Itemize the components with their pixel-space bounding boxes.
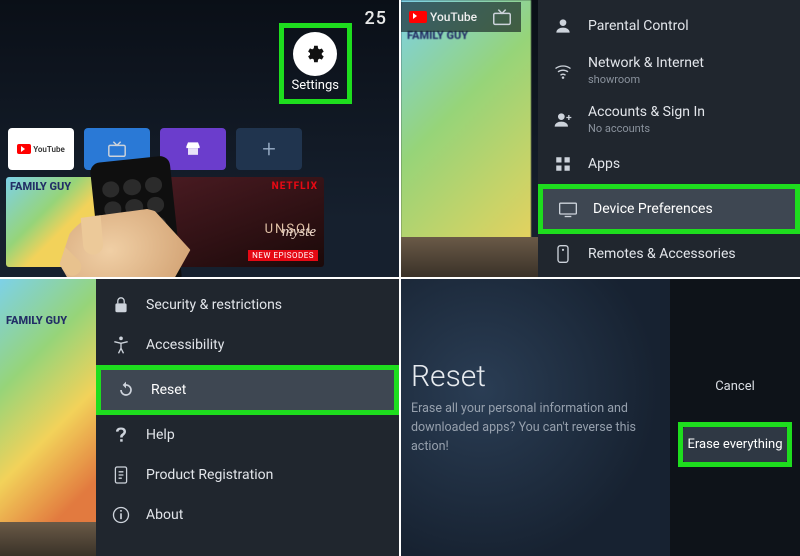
apps-icon xyxy=(552,153,574,175)
tv-icon[interactable] xyxy=(491,6,513,28)
app-tile-youtube[interactable]: YouTube xyxy=(8,128,74,170)
monitor-icon xyxy=(557,198,579,220)
background-content: FAMILY GUY xyxy=(0,279,96,556)
store-icon xyxy=(182,138,204,160)
menu-parental-control[interactable]: Parental Control xyxy=(538,6,800,46)
help-icon xyxy=(110,424,132,446)
plus-icon: + xyxy=(262,135,276,163)
menu-device-preferences[interactable]: Device Preferences xyxy=(543,189,795,229)
settings-tile[interactable] xyxy=(293,32,337,76)
settings-side-panel: Parental Control Network & Internetshowr… xyxy=(538,0,800,277)
youtube-icon xyxy=(409,11,427,23)
menu-reset[interactable]: Reset xyxy=(101,370,394,410)
menu-security[interactable]: Security & restrictions xyxy=(96,285,399,325)
accessibility-icon xyxy=(110,334,132,356)
reset-icon xyxy=(115,379,137,401)
info-icon xyxy=(110,504,132,526)
app-tile-add[interactable]: + xyxy=(236,128,302,170)
menu-accounts[interactable]: Accounts & Sign InNo accounts xyxy=(538,95,800,144)
step2-settings-panel: FAMILY GUY YouTube Parental Control xyxy=(401,0,800,277)
menu-reset-highlight: Reset xyxy=(96,365,399,415)
reset-dialog-body: Reset Erase all your personal informatio… xyxy=(401,279,670,556)
background-content: FAMILY GUY xyxy=(401,0,531,277)
wifi-icon xyxy=(552,60,574,82)
step4-reset-confirm: Reset Erase all your personal informatio… xyxy=(401,279,800,556)
reset-description: Erase all your personal information and … xyxy=(411,400,650,456)
menu-about[interactable]: About xyxy=(96,495,399,535)
erase-everything-button[interactable]: Erase everything xyxy=(683,427,787,462)
step3-device-prefs-panel: FAMILY GUY Security & restrictions Acces… xyxy=(0,279,399,556)
settings-tile-label: Settings xyxy=(292,78,339,93)
menu-apps[interactable]: Apps xyxy=(538,144,800,184)
settings-tile-highlight: Settings xyxy=(279,23,352,104)
menu-product-registration[interactable]: Product Registration xyxy=(96,455,399,495)
device-prefs-list: Security & restrictions Accessibility Re… xyxy=(96,279,399,556)
menu-device-preferences-highlight: Device Preferences xyxy=(538,184,800,234)
gear-icon xyxy=(304,43,326,65)
step1-home-screen: 25 Settings YouTube xyxy=(0,0,399,277)
menu-accessibility[interactable]: Accessibility xyxy=(96,325,399,365)
add-person-icon xyxy=(552,109,574,131)
app-chip-youtube[interactable]: YouTube xyxy=(409,10,477,24)
lock-icon xyxy=(110,294,132,316)
cancel-button[interactable]: Cancel xyxy=(678,369,792,404)
menu-help[interactable]: Help xyxy=(96,415,399,455)
document-icon xyxy=(110,464,132,486)
menu-network[interactable]: Network & Internetshowroom xyxy=(538,46,800,95)
remote-icon xyxy=(552,243,574,265)
person-icon xyxy=(552,15,574,37)
reset-title: Reset xyxy=(411,359,650,394)
reset-actions: Cancel Erase everything xyxy=(670,279,800,556)
erase-button-highlight: Erase everything xyxy=(678,422,792,467)
content-row: FAMILY GUY NETFLIX UNSOL myste NEW EPISO… xyxy=(0,177,399,277)
menu-remotes[interactable]: Remotes & Accessories xyxy=(538,234,800,274)
home-top-strip: YouTube xyxy=(401,2,521,32)
clock: 25 xyxy=(365,8,387,29)
tv-icon xyxy=(106,138,128,160)
